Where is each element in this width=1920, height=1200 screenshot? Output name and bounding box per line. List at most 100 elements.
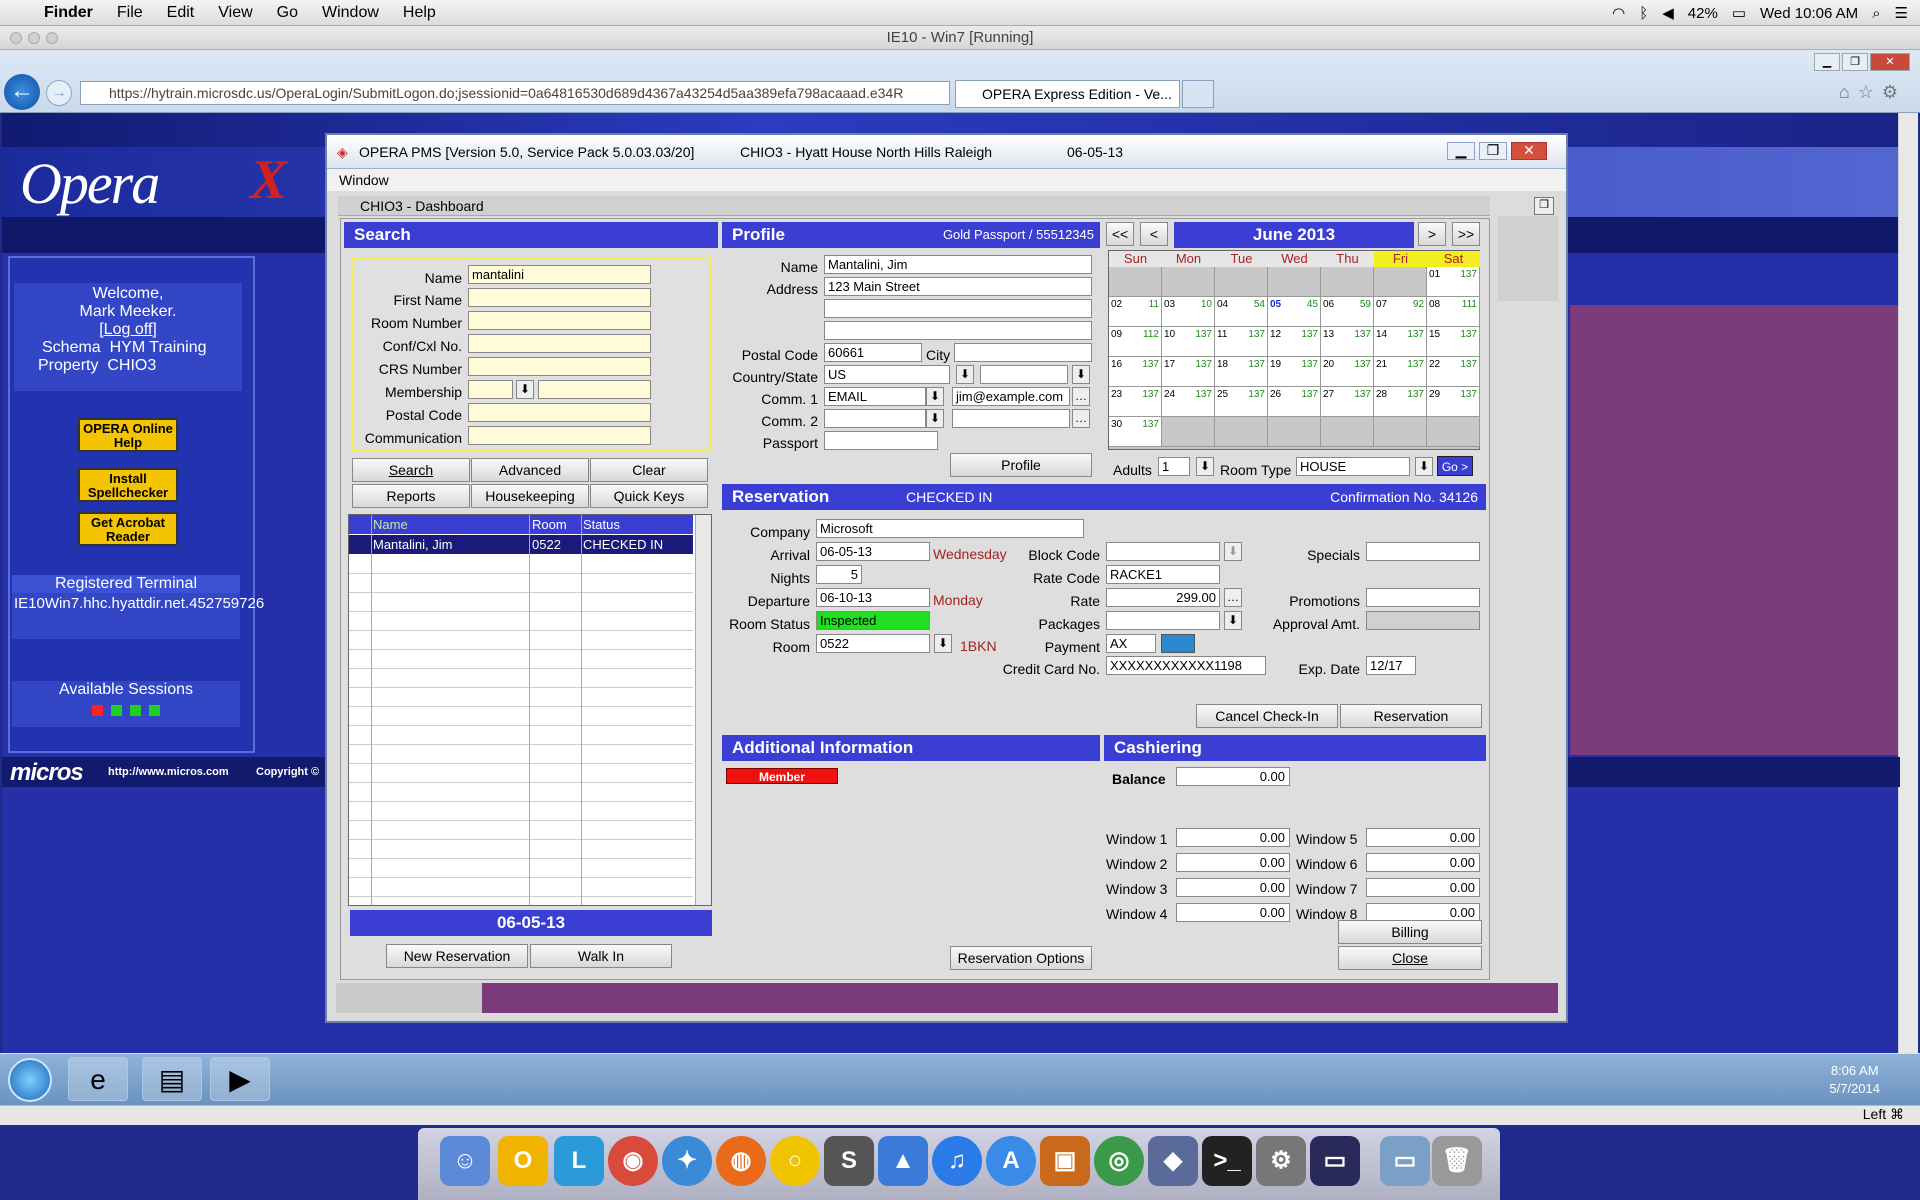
calendar-day[interactable]: 28 137	[1374, 387, 1427, 417]
close-icon[interactable]: ✕	[1870, 53, 1910, 71]
calendar-day[interactable]: 30 137	[1109, 417, 1162, 447]
col-room-header[interactable]: Room	[532, 515, 567, 534]
cashier-window-value[interactable]: 0.00	[1366, 878, 1480, 897]
cashier-window-value[interactable]: 0.00	[1366, 853, 1480, 872]
firefox-icon[interactable]: ◍	[716, 1136, 766, 1186]
itunes-icon[interactable]: ♫	[932, 1136, 982, 1186]
chevron-down-icon[interactable]: ⬇	[956, 365, 974, 384]
taskbar-clock[interactable]: 8:06 AM 5/7/2014	[1829, 1062, 1880, 1098]
calendar-day[interactable]: 22 137	[1427, 357, 1480, 387]
cashier-window-value[interactable]: 0.00	[1176, 853, 1290, 872]
bluetooth-icon[interactable]: ᛒ	[1639, 5, 1648, 22]
page-scrollbar[interactable]	[1898, 113, 1918, 1053]
chevron-down-icon[interactable]: ⬇	[516, 380, 534, 399]
reservation-options-button[interactable]: Reservation Options	[950, 946, 1092, 970]
col-name-header[interactable]: Name	[373, 515, 408, 534]
chevron-down-icon[interactable]: ⬇	[926, 387, 944, 406]
gear-icon[interactable]: ⚙	[1882, 82, 1906, 102]
new-tab-button[interactable]	[1182, 80, 1214, 108]
logoff-link[interactable]: [Log off]	[14, 321, 242, 339]
passport-field[interactable]	[824, 431, 938, 450]
room-field[interactable]: 0522	[816, 634, 930, 653]
credit-card-field[interactable]: XXXXXXXXXXXX1198	[1106, 656, 1266, 675]
state-field[interactable]	[980, 365, 1068, 384]
address-line2-field[interactable]	[824, 299, 1092, 318]
vm-window-icon[interactable]: ▭	[1310, 1136, 1360, 1186]
minimize-icon[interactable]: ▁	[1447, 142, 1475, 160]
prev-year-button[interactable]: <<	[1106, 222, 1134, 246]
table-row[interactable]: Mantalini, Jim 0522 CHECKED IN	[349, 535, 693, 554]
communication-input[interactable]	[468, 426, 651, 445]
calendar-day[interactable]: 15 137	[1427, 327, 1480, 357]
postal-input[interactable]	[468, 403, 651, 422]
menubar-clock[interactable]: Wed 10:06 AM	[1760, 5, 1858, 22]
micros-link[interactable]: http://www.micros.com	[108, 766, 229, 778]
reservation-button[interactable]: Reservation	[1340, 704, 1482, 728]
close-icon[interactable]: ✕	[1511, 142, 1547, 160]
app-store-icon[interactable]: A	[986, 1136, 1036, 1186]
restore-icon[interactable]: ❐	[1842, 53, 1868, 71]
calendar-day[interactable]: 13 137	[1321, 327, 1374, 357]
membership-number-input[interactable]	[538, 380, 651, 399]
roomtype-field[interactable]: HOUSE	[1296, 457, 1410, 476]
finder-icon[interactable]: ☺	[440, 1136, 490, 1186]
promotions-field[interactable]	[1366, 588, 1480, 607]
profile-name-field[interactable]: Mantalini, Jim	[824, 255, 1092, 274]
folder-icon[interactable]: ▭	[1380, 1136, 1430, 1186]
media-player-taskbar-icon[interactable]: ▶	[210, 1057, 270, 1101]
block-code-field[interactable]	[1106, 542, 1220, 561]
cashier-window-value[interactable]: 0.00	[1366, 828, 1480, 847]
chevron-down-icon[interactable]: ⬇	[934, 634, 952, 653]
adults-field[interactable]: 1	[1158, 457, 1190, 476]
menu-file[interactable]: File	[117, 4, 143, 22]
calendar-day[interactable]: 19 137	[1268, 357, 1321, 387]
grid-scrollbar[interactable]	[695, 515, 711, 905]
more-icon[interactable]: …	[1224, 588, 1242, 607]
favorites-icon[interactable]: ☆	[1858, 82, 1882, 102]
reports-button[interactable]: Reports	[352, 484, 470, 508]
address-line3-field[interactable]	[824, 321, 1092, 340]
walk-in-button[interactable]: Walk In	[530, 944, 672, 968]
calendar-day[interactable]: 08 111	[1427, 297, 1480, 327]
zoom-icon[interactable]	[46, 32, 58, 44]
arrival-field[interactable]: 06-05-13	[816, 542, 930, 561]
calendar-day[interactable]: 14 137	[1374, 327, 1427, 357]
calendar-day[interactable]: 05 45	[1268, 297, 1321, 327]
battery-icon[interactable]: ▭	[1732, 4, 1746, 22]
calendar-day[interactable]: 09 112	[1109, 327, 1162, 357]
notification-icon[interactable]: ☰	[1895, 4, 1908, 22]
billing-button[interactable]: Billing	[1338, 920, 1482, 944]
cashier-window-value[interactable]: 0.00	[1176, 828, 1290, 847]
battery-percent[interactable]: 42%	[1688, 5, 1718, 22]
country-field[interactable]: US	[824, 365, 950, 384]
comm2-field[interactable]	[952, 409, 1070, 428]
app-icon-yellow[interactable]: ○	[770, 1136, 820, 1186]
conf-input[interactable]	[468, 334, 651, 353]
calendar-day[interactable]: 11 137	[1215, 327, 1268, 357]
calendar-day[interactable]: 12 137	[1268, 327, 1321, 357]
nights-field[interactable]: 5	[816, 565, 862, 584]
opera-help-button[interactable]: OPERA Online Help	[78, 418, 178, 452]
col-status-header[interactable]: Status	[583, 515, 620, 534]
chrome-icon[interactable]: ◉	[608, 1136, 658, 1186]
calendar-day[interactable]: 21 137	[1374, 357, 1427, 387]
restore-icon[interactable]: ❐	[1479, 142, 1507, 160]
wifi-icon[interactable]: ◠	[1612, 4, 1625, 22]
volume-icon[interactable]: ◀	[1662, 4, 1674, 22]
calendar-day[interactable]: 17 137	[1162, 357, 1215, 387]
membership-type-input[interactable]	[468, 380, 513, 399]
advanced-button[interactable]: Advanced	[471, 458, 589, 482]
calendar-day[interactable]: 23 137	[1109, 387, 1162, 417]
chevron-down-icon[interactable]: ⬇	[1224, 611, 1242, 630]
chevron-down-icon[interactable]: ⬇	[1072, 365, 1090, 384]
sublime-icon[interactable]: S	[824, 1136, 874, 1186]
menu-help[interactable]: Help	[403, 4, 436, 22]
home-icon[interactable]: ⌂	[1839, 82, 1858, 102]
menu-window[interactable]: Window	[322, 4, 379, 22]
preferences-icon[interactable]: ⚙	[1256, 1136, 1306, 1186]
chevron-down-icon[interactable]: ⬇	[1224, 542, 1242, 561]
lync-icon[interactable]: L	[554, 1136, 604, 1186]
calendar-day[interactable]: 07 92	[1374, 297, 1427, 327]
address-field[interactable]: 123 Main Street	[824, 277, 1092, 296]
chevron-down-icon[interactable]: ⬇	[1415, 457, 1433, 476]
